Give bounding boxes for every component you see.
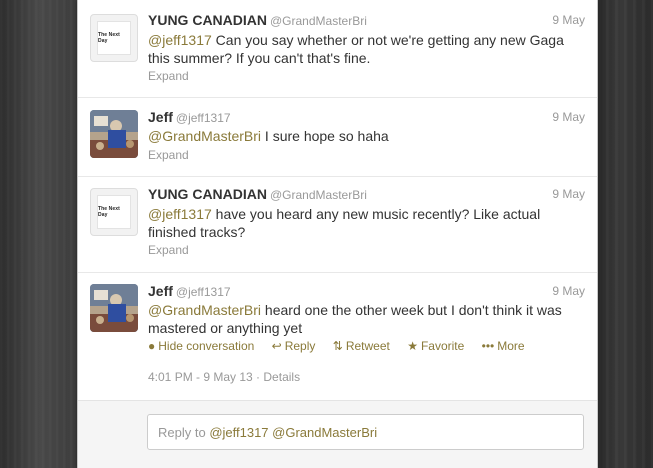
wood-background-right (597, 0, 653, 468)
tweet-text: @jeff1317 Can you say whether or not we'… (148, 32, 564, 66)
avatar-photo (90, 110, 138, 158)
tweet-timestamp[interactable]: 4:01 PM - 9 May 13 (148, 370, 253, 384)
more-button[interactable]: ••• More (482, 339, 525, 353)
mention-link[interactable]: @GrandMasterBri (148, 128, 261, 144)
tweet-timestamp-row: 4:01 PM - 9 May 13 · Details (148, 370, 301, 384)
tweet-date[interactable]: 9 May (552, 187, 585, 201)
tweet-text: @GrandMasterBri heard one the other week… (148, 302, 562, 336)
mention-link[interactable]: @jeff1317 (148, 206, 212, 222)
speech-bubble-icon: ● (148, 339, 156, 353)
reply-input[interactable]: Reply to @jeff1317 @GrandMasterBri (147, 414, 584, 450)
more-dots-icon: ••• (481, 339, 495, 353)
avatar[interactable] (90, 284, 138, 332)
expand-link[interactable]: Expand (148, 148, 189, 162)
avatar[interactable] (90, 110, 138, 158)
avatar[interactable]: The Next Day (90, 14, 138, 62)
tweet-text: @GrandMasterBri I sure hope so haha (148, 128, 389, 144)
mention-link[interactable]: @jeff1317 (148, 32, 212, 48)
tweet-author[interactable]: Jeff @jeff1317 (148, 109, 231, 125)
tweet-date[interactable]: 9 May (552, 110, 585, 124)
tweet-handle: @GrandMasterBri (270, 14, 367, 28)
tweet-author[interactable]: Jeff @jeff1317 (148, 283, 231, 299)
avatar-photo (90, 284, 138, 332)
details-link[interactable]: Details (263, 370, 300, 384)
reply-arrow-icon: ↩ (271, 339, 282, 353)
mention-link[interactable]: @GrandMasterBri (148, 302, 261, 318)
star-icon: ★ (407, 339, 418, 353)
retweet-button[interactable]: ⇅ Retweet (333, 339, 390, 353)
retweet-icon: ⇅ (332, 339, 343, 353)
hide-conversation-link[interactable]: ● Hide conversation (148, 339, 254, 353)
expand-link[interactable]: Expand (148, 243, 189, 257)
reply-area: Reply to @jeff1317 @GrandMasterBri (78, 400, 597, 468)
avatar-album-text: The Next Day (98, 206, 120, 218)
tweet-item[interactable]: The Next Day YUNG CANADIAN @GrandMasterBr… (78, 176, 597, 273)
tweet-date[interactable]: 9 May (552, 284, 585, 298)
tweet-text: @jeff1317 have you heard any new music r… (148, 206, 541, 240)
tweet-handle: @GrandMasterBri (270, 188, 367, 202)
reply-button[interactable]: ↩ Reply (272, 339, 316, 353)
tweet-actions: ● Hide conversation ↩ Reply ⇅ Retweet ★ Favo… (148, 339, 539, 353)
expand-link[interactable]: Expand (148, 69, 189, 83)
tweet-handle: @jeff1317 (175, 111, 231, 125)
avatar-album-text: The Next Day (98, 32, 120, 44)
tweet-author[interactable]: YUNG CANADIAN @GrandMasterBri (148, 12, 367, 28)
tweet-item[interactable]: The Next Day YUNG CANADIAN @GrandMasterBr… (78, 0, 597, 98)
tweet-item[interactable]: Jeff @jeff1317 9 May @GrandMasterBri I su… (78, 97, 597, 177)
tweet-handle: @jeff1317 (175, 285, 231, 299)
tweet-author[interactable]: YUNG CANADIAN @GrandMasterBri (148, 186, 367, 202)
tweet-item-expanded[interactable]: Jeff @jeff1317 9 May @GrandMasterBri hear… (78, 272, 597, 400)
tweet-date[interactable]: 9 May (552, 13, 585, 27)
avatar[interactable]: The Next Day (90, 188, 138, 236)
conversation-panel: The Next Day YUNG CANADIAN @GrandMasterBr… (77, 0, 598, 468)
favorite-button[interactable]: ★ Favorite (407, 339, 464, 353)
